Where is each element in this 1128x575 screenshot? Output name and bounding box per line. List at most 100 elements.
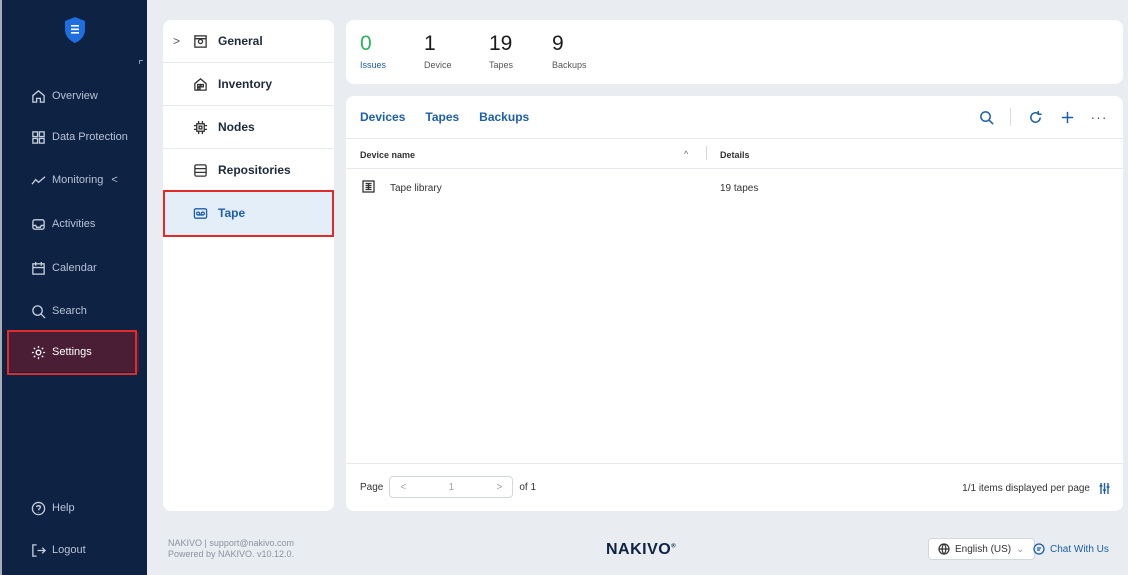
sidebar-item-label: Search [52,305,87,317]
logout-icon [30,542,46,558]
stat-issues[interactable]: 0 Issues [360,32,386,70]
chevron-right-icon[interactable]: > [173,34,180,48]
sidebar-item-logout[interactable]: Logout [2,530,147,570]
help-icon [30,500,46,516]
sidebar-item-label: Data Protection [52,131,128,143]
tab-bar: Devices Tapes Backups [346,96,549,138]
chat-icon [1033,543,1045,555]
column-divider [706,146,707,160]
device-name-cell[interactable]: Tape library [390,183,442,194]
pagination: Page < 1 > of 1 [360,476,536,498]
items-per-page: 1/1 items displayed per page [962,482,1111,495]
toolbar: ··· [978,108,1107,126]
sidebar-item-calendar[interactable]: Calendar [2,248,147,288]
stat-value: 0 [360,32,372,55]
stat-label: Issues [360,60,387,70]
stat-tapes[interactable]: 19 Tapes [489,32,513,70]
column-settings-icon[interactable] [1098,482,1111,495]
stat-value: 9 [552,32,564,55]
prev-page-button[interactable]: < [400,482,406,493]
footer-version-line: Powered by NAKIVO. v10.12.0. [168,549,295,559]
language-label: English (US) [955,543,1012,555]
nakivo-logo: NAKIVO® [606,541,676,559]
tab-backups[interactable]: Backups [479,110,529,124]
stat-label: Tapes [489,60,514,70]
grid-icon [30,129,46,145]
settings-item-label: Tape [218,206,246,220]
add-icon[interactable] [1059,109,1075,125]
divider [346,168,1123,169]
globe-icon [938,543,950,555]
tab-devices[interactable]: Devices [360,110,405,124]
chat-label: Chat With Us [1050,543,1109,555]
sidebar-item-label: Help [52,502,75,514]
sidebar-item-data-protection[interactable]: Data Protection [2,117,147,157]
divider [346,463,1123,464]
settings-item-general[interactable]: > General [163,20,334,63]
settings-item-repositories[interactable]: Repositories [163,149,334,192]
repository-icon [192,162,208,178]
column-header-details[interactable]: Details [720,150,750,160]
tab-tapes[interactable]: Tapes [425,110,459,124]
stat-backups[interactable]: 9 Backups [552,32,587,70]
settings-item-label: Repositories [218,163,291,177]
collapse-sidebar-icon[interactable] [139,60,143,64]
inbox-icon [30,216,46,232]
page-label: Page [360,481,384,493]
sidebar: Overview Data Protection Monitoring < Ac… [0,0,147,575]
footer-support-line: NAKIVO | support@nakivo.com [168,538,295,548]
chevron-down-icon: ⌄ [1016,543,1025,555]
tape-icon [192,205,208,221]
stat-value: 19 [489,32,513,55]
registered-mark: ® [671,543,677,550]
settings-item-label: Inventory [218,77,273,91]
sort-ascending-icon[interactable]: ^ [684,149,688,159]
sidebar-item-label: Logout [52,544,86,556]
page-selector: < 1 > [389,476,514,498]
calendar-icon [30,260,46,276]
tape-devices-panel: Devices Tapes Backups ··· Device name ^ … [346,96,1123,511]
chevron-left-icon: < [111,174,118,186]
nakivo-shield-logo[interactable] [64,16,86,44]
sidebar-item-overview[interactable]: Overview [2,76,147,116]
sidebar-item-search[interactable]: Search [2,291,147,331]
sidebar-item-label: Calendar [52,262,97,274]
page-number-input[interactable]: 1 [449,482,455,493]
more-options-icon[interactable]: ··· [1091,109,1107,125]
sidebar-item-monitoring[interactable]: Monitoring < [2,160,147,200]
brand-name: NAKIVO [606,541,672,558]
language-selector[interactable]: English (US) ⌄ [928,538,1035,560]
sidebar-item-settings[interactable]: Settings [9,332,139,372]
settings-item-label: General [218,34,263,48]
settings-item-label: Nodes [218,120,255,134]
refresh-icon[interactable] [1027,109,1043,125]
settings-menu: > General Inventory Nodes Repositories T… [163,20,334,511]
sidebar-item-label: Settings [52,346,92,358]
search-icon [30,303,46,319]
search-icon[interactable] [978,109,994,125]
chart-icon [30,172,46,188]
stats-summary: 0 Issues 1 Device 19 Tapes 9 Backups [346,20,1123,84]
sidebar-item-label: Activities [52,218,96,230]
settings-item-inventory[interactable]: Inventory [163,63,334,106]
chip-icon [192,119,208,135]
settings-item-tape[interactable]: Tape [163,192,334,235]
stat-label: Backups [552,60,587,70]
settings-item-nodes[interactable]: Nodes [163,106,334,149]
footer-info: NAKIVO | support@nakivo.com Powered by N… [168,538,294,560]
page-count: of 1 [519,481,537,493]
chat-with-us-button[interactable]: Chat With Us [1033,543,1109,555]
toolbar-divider [1010,108,1011,126]
inventory-icon [192,76,208,92]
stat-value: 1 [424,32,436,55]
column-header-device-name[interactable]: Device name [360,150,415,160]
home-icon [30,88,46,104]
sidebar-item-help[interactable]: Help [2,488,147,528]
sidebar-item-activities[interactable]: Activities [2,204,147,244]
general-settings-icon [192,33,208,49]
next-page-button[interactable]: > [497,482,503,493]
stat-label: Device [424,60,452,70]
gear-icon [30,344,46,360]
stat-device[interactable]: 1 Device [424,32,452,70]
items-per-page-label: 1/1 items displayed per page [962,483,1090,494]
